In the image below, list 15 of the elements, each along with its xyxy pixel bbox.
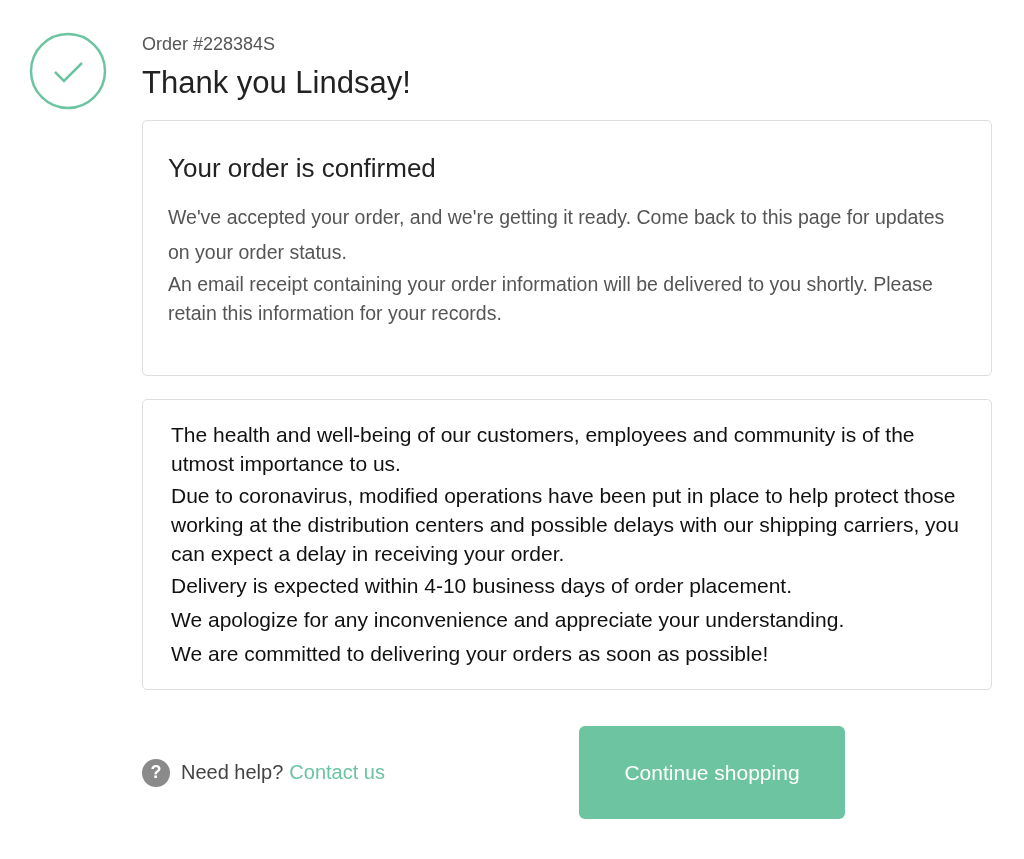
- help-icon: ?: [142, 758, 170, 787]
- confirmation-text: An email receipt containing your order information will be delivered to you shortly. Please retain this information for your records.: [168, 272, 934, 326]
- notice-text: We apologize for any inconvenience and appreciate your understanding.: [171, 607, 846, 633]
- contact-link[interactable]: Contact us: [289, 761, 385, 784]
- notice-text: The health and well-being of our customers, employees and community is of the utmost importance to us.: [171, 422, 916, 477]
- notice-text: Due to coronavirus, modified operations have been put in place to help protect those working at the distribution centers and possible delays with our shipping carriers, you can expect a delay in receiving your order.: [171, 483, 960, 567]
- notice-text: Delivery is expected within 4-10 business days of order placement.: [171, 573, 793, 599]
- help-text: Need help?: [181, 761, 284, 784]
- continue-shopping-button[interactable]: Continue shopping: [579, 726, 845, 819]
- order-number: Order #228384S: [142, 33, 277, 55]
- confirmation-heading: Your order is confirmed: [168, 152, 437, 185]
- notice-text: We are committed to delivering your orders as soon as possible!: [171, 641, 770, 667]
- checkmark-circle-icon: [29, 32, 107, 110]
- confirmation-text: We've accepted your order, and we're getting it ready. Come back to this page for updates on your order status.: [168, 205, 946, 265]
- thank-you-heading: Thank you Lindsay!: [142, 64, 412, 102]
